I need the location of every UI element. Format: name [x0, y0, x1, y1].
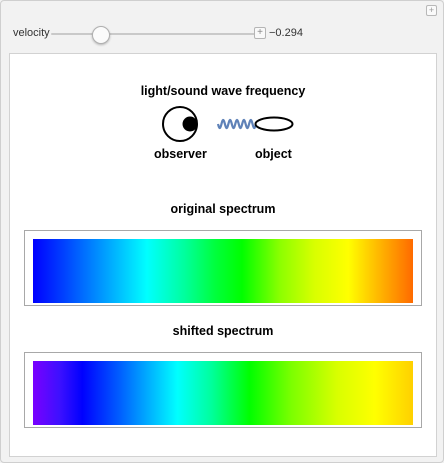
observer-label: observer: [154, 147, 207, 161]
velocity-slider[interactable]: [51, 26, 261, 44]
manipulate-frame: + velocity + −0.294 light/sound wave fre…: [0, 0, 444, 463]
shifted-spectrum-frame: [24, 352, 422, 428]
object-label: object: [255, 147, 292, 161]
output-panel: light/sound wave frequency observer obje…: [9, 53, 437, 457]
velocity-label: velocity: [13, 27, 50, 39]
velocity-value: −0.294: [269, 27, 303, 39]
velocity-slider-thumb[interactable]: [92, 26, 111, 44]
object-ellipse-icon: [254, 116, 294, 132]
velocity-control: velocity + −0.294: [13, 25, 433, 44]
shifted-spectrum-title: shifted spectrum: [172, 324, 274, 338]
slider-options-plus-icon[interactable]: +: [254, 27, 266, 39]
expand-options-icon[interactable]: +: [426, 5, 437, 16]
doppler-diagram: [162, 106, 294, 142]
shifted-spectrum-bar: [33, 361, 413, 425]
original-spectrum-bar: [33, 239, 413, 303]
wave-icon: [216, 118, 258, 130]
original-spectrum-title: original spectrum: [170, 202, 276, 216]
observer-eye-icon: [162, 106, 198, 142]
original-spectrum-frame: [24, 230, 422, 306]
